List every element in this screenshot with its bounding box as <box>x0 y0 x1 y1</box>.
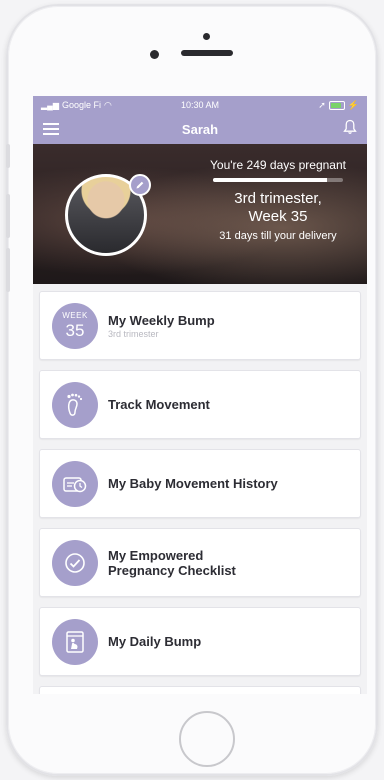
volume-down-button <box>6 248 10 292</box>
list-item-track-movement[interactable]: Track Movement <box>39 370 361 439</box>
pregnancy-info: You're 249 days pregnant 3rd trimester, … <box>203 158 353 242</box>
list-item-title-line2: Pregnancy Checklist <box>108 562 236 578</box>
pregnancy-progress-fill <box>213 178 328 182</box>
daily-bump-icon <box>52 618 98 665</box>
proximity-sensor <box>203 33 210 40</box>
location-icon: ➚ <box>318 99 326 110</box>
battery-icon <box>328 100 345 110</box>
signal-icon: ▂▄▆ <box>41 100 59 110</box>
list-item-daily-bump[interactable]: My Daily Bump <box>39 607 361 676</box>
list-item-movement-history[interactable]: My Baby Movement History <box>39 449 361 518</box>
menu-list: WEEK 35 My Weekly Bump 3rd trimester Tra… <box>33 284 367 694</box>
bell-icon[interactable] <box>343 119 357 140</box>
list-item-pregnancy-checklist[interactable]: My Empowered Pregnancy Checklist <box>39 528 361 597</box>
status-bar: ▂▄▆ Google Fi ◠ 10:30 AM ➚ ⚡ <box>33 96 367 114</box>
pregnancy-progress-bar <box>213 178 343 182</box>
page-title: Sarah <box>181 121 219 137</box>
charging-icon: ⚡ <box>347 99 359 110</box>
list-item-title-line1: My Empowered <box>108 547 204 563</box>
wifi-icon: ◠ <box>104 99 112 110</box>
week-label: Week 35 <box>248 208 308 225</box>
footprint-icon <box>52 381 98 428</box>
list-item-subtitle: 3rd trimester <box>108 328 159 339</box>
edit-avatar-icon[interactable] <box>129 174 151 196</box>
earpiece-speaker <box>181 50 233 56</box>
days-pregnant-text: You're 249 days pregnant <box>210 158 346 172</box>
home-button[interactable] <box>179 711 235 767</box>
carrier-label: Google Fi <box>61 100 102 110</box>
pregnancy-summary-banner: You're 249 days pregnant 3rd trimester, … <box>33 144 367 284</box>
mute-switch <box>6 144 10 168</box>
menu-icon[interactable] <box>43 123 59 135</box>
days-till-delivery: 31 days till your delivery <box>219 230 337 242</box>
trimester-week: 3rd trimester, Week 35 <box>203 190 353 226</box>
volume-up-button <box>6 194 10 238</box>
list-item-weekly-bump[interactable]: WEEK 35 My Weekly Bump 3rd trimester <box>39 291 361 360</box>
front-camera <box>150 50 159 59</box>
app-header: Sarah <box>33 114 367 144</box>
trimester-label: 3rd trimester, <box>234 190 322 207</box>
list-item-title: My Baby Movement History <box>108 476 278 491</box>
week-badge-number: 35 <box>65 321 85 340</box>
status-left: ▂▄▆ Google Fi ◠ <box>41 100 112 111</box>
status-right: ➚ ⚡ <box>318 100 359 111</box>
list-item-title: My Weekly Bump <box>108 312 215 328</box>
list-item-title: Track Movement <box>108 397 210 412</box>
list-item-partial[interactable] <box>39 686 361 694</box>
app-screen: ▂▄▆ Google Fi ◠ 10:30 AM ➚ ⚡ Sarah You'r… <box>33 96 367 694</box>
week-badge: WEEK 35 <box>52 302 98 349</box>
list-item-title: My Daily Bump <box>108 634 202 649</box>
check-circle-icon <box>52 539 98 586</box>
week-badge-label: WEEK <box>62 311 88 320</box>
history-icon <box>52 460 98 507</box>
